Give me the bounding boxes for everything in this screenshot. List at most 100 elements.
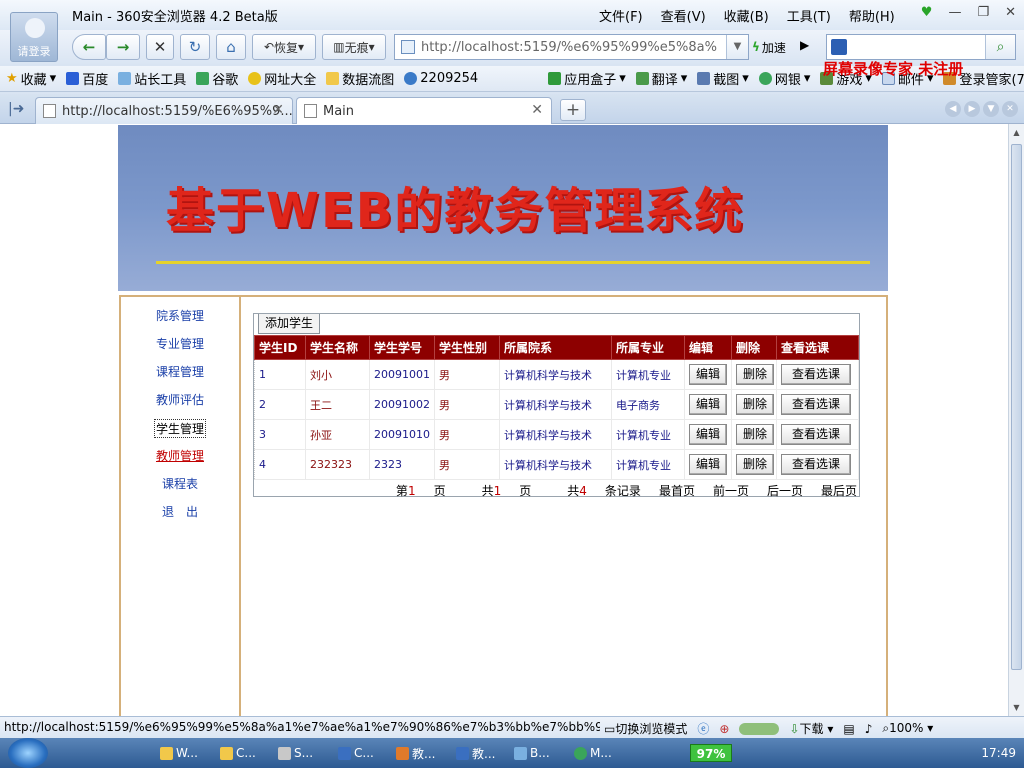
nav-course[interactable]: 课程管理 xyxy=(121,363,239,380)
pager-last[interactable]: 最后页 xyxy=(821,482,857,499)
sidebar-toggle-icon[interactable]: |➜ xyxy=(8,101,24,117)
zoom-control[interactable]: ⌕100% ▾ xyxy=(882,721,933,736)
menu-favorites[interactable]: 收藏(B) xyxy=(724,6,769,25)
nav-student[interactable]: 学生管理 xyxy=(154,419,206,438)
tab-close-all-icon[interactable]: ✕ xyxy=(1002,101,1018,117)
nav-major[interactable]: 专业管理 xyxy=(121,335,239,352)
back-button[interactable]: ← xyxy=(72,34,106,60)
taskbar-item[interactable]: 教... xyxy=(396,742,435,764)
address-dropdown-icon[interactable]: ▼ xyxy=(726,35,748,59)
nav-department[interactable]: 院系管理 xyxy=(121,307,239,324)
tab-right-icon[interactable]: ▶ xyxy=(964,101,980,117)
view-courses-button[interactable]: 查看选课 xyxy=(781,364,852,385)
delete-button[interactable]: 删除 xyxy=(736,454,775,475)
pager-first[interactable]: 最首页 xyxy=(659,482,695,499)
close-icon[interactable]: ✕ xyxy=(1005,5,1016,20)
scroll-down-icon[interactable]: ▼ xyxy=(1011,703,1022,712)
nav-teacher[interactable]: 教师管理 xyxy=(121,447,239,464)
clock[interactable]: 17:49 xyxy=(981,746,1016,760)
search-icon[interactable]: ⌕ xyxy=(985,35,1015,59)
fav-google[interactable]: 谷歌 xyxy=(196,69,238,88)
tab-main[interactable]: Main ✕ xyxy=(296,97,552,124)
tab-localhost[interactable]: http://localhost:5159/%E6%95%9... ✕ xyxy=(35,97,293,124)
view-courses-button[interactable]: 查看选课 xyxy=(781,424,852,445)
bolt-icon: ϟ xyxy=(752,40,760,54)
view-courses-button[interactable]: 查看选课 xyxy=(781,394,852,415)
pager-next[interactable]: 后一页 xyxy=(767,482,803,499)
bank-icon xyxy=(758,72,772,85)
skin-icon[interactable]: ♥ xyxy=(921,5,933,20)
taskbar-item[interactable]: W... xyxy=(160,742,198,764)
fav-screenshot[interactable]: 截图 ▾ xyxy=(697,69,749,88)
battery-indicator[interactable]: 97% xyxy=(690,744,732,762)
fav-appbox[interactable]: 应用盒子 ▾ xyxy=(548,69,626,88)
menu-file[interactable]: 文件(F) xyxy=(599,6,643,25)
taskbar-item[interactable]: C... xyxy=(220,742,256,764)
delete-button[interactable]: 删除 xyxy=(736,394,775,415)
fav-translate[interactable]: 翻译 ▾ xyxy=(635,69,687,88)
security-icon[interactable]: ⊕ xyxy=(719,722,729,736)
fav-directory[interactable]: 网址大全 xyxy=(248,69,316,88)
taskbar-item[interactable]: S... xyxy=(278,742,313,764)
edit-button[interactable]: 编辑 xyxy=(689,364,728,385)
taskbar-item[interactable]: C... xyxy=(338,742,374,764)
pager-prev[interactable]: 前一页 xyxy=(713,482,749,499)
fav-collect[interactable]: ★ 收藏 ▾ xyxy=(6,69,56,88)
add-student-tab[interactable]: 添加学生 xyxy=(258,314,321,334)
start-button[interactable] xyxy=(8,738,48,768)
task-label: S... xyxy=(294,746,314,760)
search-engine-icon[interactable] xyxy=(831,39,847,55)
download-icon: ⇩ xyxy=(789,722,800,736)
login-avatar[interactable]: 请登录 xyxy=(10,12,58,62)
delete-button[interactable]: 删除 xyxy=(736,424,775,445)
nav-teacher-eval[interactable]: 教师评估 xyxy=(121,391,239,408)
scroll-up-icon[interactable]: ▲ xyxy=(1011,128,1022,137)
fav-dataflow[interactable]: 数据流图 xyxy=(326,69,394,88)
accelerator-indicator[interactable] xyxy=(739,722,780,735)
taskbar-item[interactable]: B... xyxy=(514,742,550,764)
volume-icon[interactable]: ♪ xyxy=(865,722,873,736)
view-courses-button[interactable]: 查看选课 xyxy=(781,454,852,475)
menu-view[interactable]: 查看(V) xyxy=(661,6,706,25)
taskbar-item[interactable]: 教... xyxy=(456,742,495,764)
scroll-thumb[interactable] xyxy=(1011,144,1022,670)
pager-text: 共 xyxy=(481,484,494,498)
tab-bar: |➜ http://localhost:5159/%E6%95%9... ✕ M… xyxy=(0,94,1024,124)
stop-button[interactable]: ✕ xyxy=(146,34,174,60)
menu-help[interactable]: 帮助(H) xyxy=(849,6,895,25)
vertical-scrollbar[interactable]: ▲ ▼ xyxy=(1008,124,1024,716)
forward-button[interactable]: → xyxy=(106,34,140,60)
address-bar[interactable]: http://localhost:5159/%e6%95%99%e5%8a% ▼ xyxy=(394,34,749,60)
search-box[interactable]: ⌕ xyxy=(826,34,1016,60)
menu-tools[interactable]: 工具(T) xyxy=(787,6,831,25)
nav-timetable[interactable]: 课程表 xyxy=(121,475,239,492)
nav-logout[interactable]: 退 出 xyxy=(121,503,239,520)
speed-button[interactable]: ϟ 加速 xyxy=(752,34,798,60)
ie-icon[interactable]: ⓔ xyxy=(697,720,709,737)
new-tab-button[interactable]: + xyxy=(560,99,586,121)
notrace-button[interactable]: ▥ 无痕 ▾ xyxy=(322,34,386,60)
home-button[interactable]: ⌂ xyxy=(216,34,246,60)
page-tools-icon[interactable]: ▤ xyxy=(843,722,854,736)
edit-button[interactable]: 编辑 xyxy=(689,424,728,445)
close-tab-icon[interactable]: ✕ xyxy=(272,102,284,118)
fav-baidu[interactable]: 百度 xyxy=(66,69,108,88)
fav-webmaster[interactable]: 站长工具 xyxy=(118,69,186,88)
maximize-icon[interactable]: ❐ xyxy=(977,5,989,20)
tab-left-icon[interactable]: ◀ xyxy=(945,101,961,117)
tab-list-icon[interactable]: ▼ xyxy=(983,101,999,117)
edit-button[interactable]: 编辑 xyxy=(689,454,728,475)
play-icon[interactable]: ▶ xyxy=(800,38,809,52)
fav-qq[interactable]: 2209254 xyxy=(404,71,478,86)
edit-button[interactable]: 编辑 xyxy=(689,394,728,415)
download-button[interactable]: ⇩下载 ▾ xyxy=(789,720,833,737)
browse-mode-toggle[interactable]: ▭切换浏览模式 xyxy=(604,720,687,737)
fav-bank[interactable]: 网银 ▾ xyxy=(758,69,810,88)
restore-button[interactable]: ↶ 恢复 ▾ xyxy=(252,34,316,60)
close-tab-icon[interactable]: ✕ xyxy=(531,102,543,118)
delete-button[interactable]: 删除 xyxy=(736,364,775,385)
minimize-icon[interactable]: — xyxy=(948,5,961,20)
taskbar-item[interactable]: M... xyxy=(574,742,612,764)
address-input[interactable]: http://localhost:5159/%e6%95%99%e5%8a% xyxy=(421,40,717,55)
reload-button[interactable]: ↻ xyxy=(180,34,210,60)
